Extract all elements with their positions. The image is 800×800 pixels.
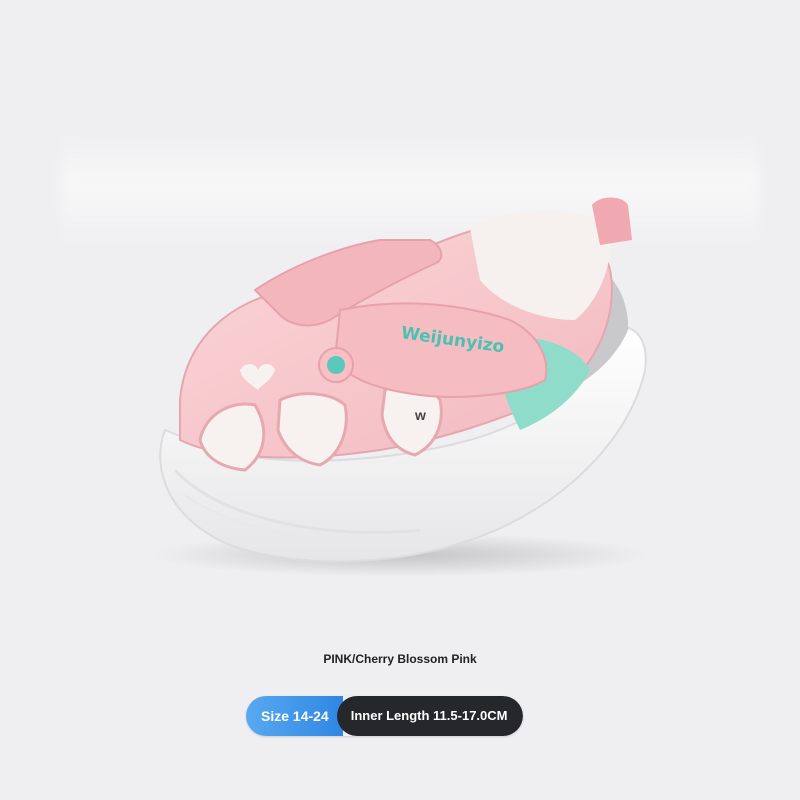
baby-sandal-photo: Weijunyizo w: [150, 197, 650, 577]
inner-length-label: Inner Length 11.5-17.0CM: [336, 696, 524, 736]
insole-text: w: [414, 407, 426, 423]
size-badge: Size 14-24 Inner Length 11.5-17.0CM: [246, 696, 524, 736]
size-range-label: Size 14-24: [246, 696, 343, 736]
color-variant-label: PINK/Cherry Blossom Pink: [323, 652, 477, 666]
product-canvas: Weijunyizo w PINK/Cherry Blossom Pink Si…: [0, 0, 800, 800]
strap-button-logo: [327, 356, 345, 374]
